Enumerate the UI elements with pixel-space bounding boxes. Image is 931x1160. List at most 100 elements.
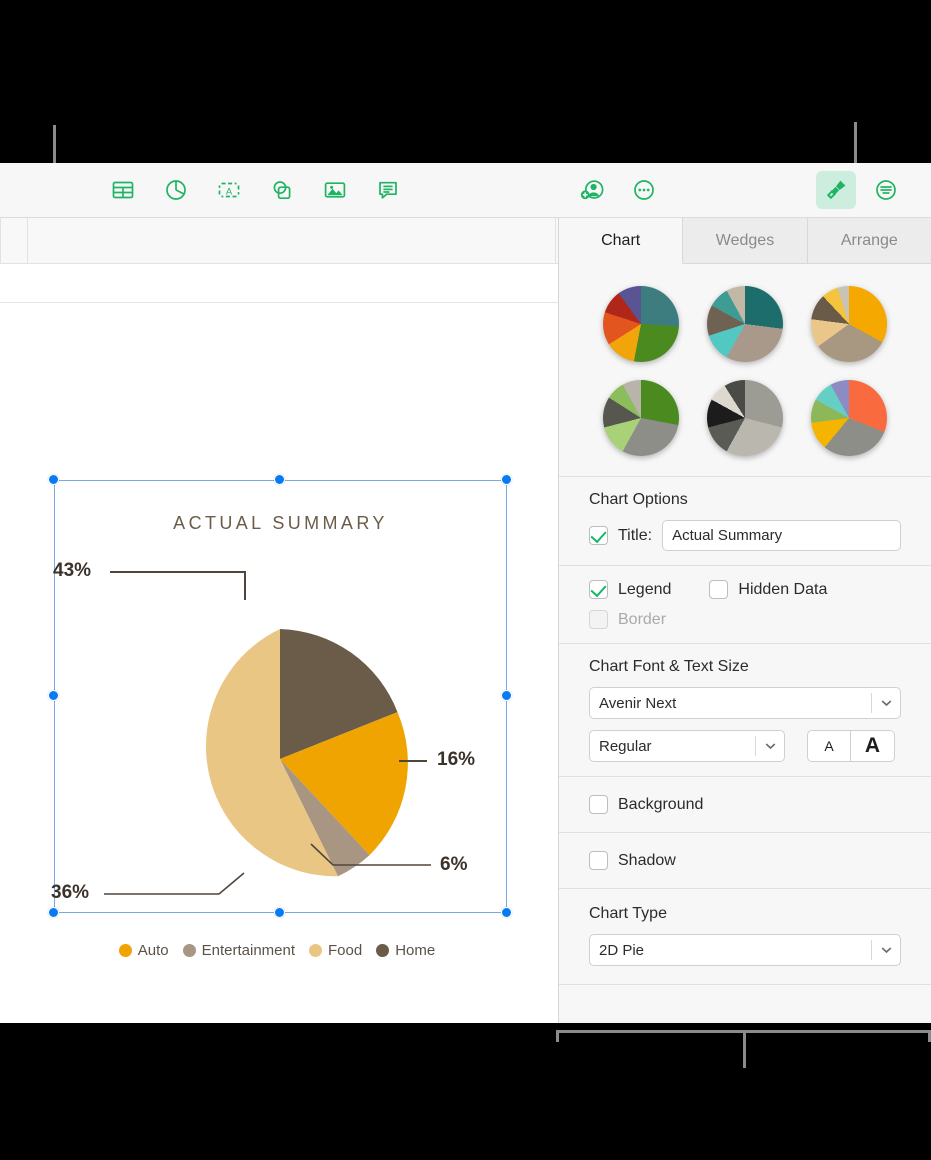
hidden-data-checkbox[interactable]: [709, 580, 729, 599]
decrease-font-size-button[interactable]: A: [807, 730, 851, 762]
legend-swatch-entertainment: [182, 944, 196, 957]
legend-swatch-food: [309, 944, 323, 957]
font-weight-select[interactable]: Regular: [589, 730, 785, 762]
chart-style-5[interactable]: [707, 380, 783, 456]
font-size-buttons: A A: [807, 730, 895, 762]
title-label: Title:: [618, 526, 653, 544]
background-checkbox[interactable]: [589, 795, 608, 814]
chart-style-3[interactable]: [811, 286, 887, 362]
shadow-label: Shadow: [618, 851, 676, 869]
legend-checkbox[interactable]: [589, 580, 608, 599]
chart-font-section: Chart Font & Text Size Avenir Next Regul…: [559, 644, 931, 777]
svg-text:A: A: [226, 186, 233, 197]
chart-object[interactable]: ACTUAL SUMMARY 43% 16% 6% 36% Auto Enter…: [48, 474, 512, 959]
chevron-down-icon: [756, 742, 784, 750]
insert-shape-button[interactable]: [262, 171, 302, 209]
legend-label: Legend: [618, 580, 672, 598]
legend-swatch-home: [376, 944, 390, 957]
document-icon: [876, 180, 896, 200]
chart-type-row: 2D Pie: [589, 934, 901, 966]
background-section: Background: [559, 777, 931, 833]
format-paintbrush-icon: [826, 180, 846, 200]
legend-label-food: Food: [328, 942, 363, 959]
tab-arrange[interactable]: Arrange: [807, 218, 931, 263]
sidebar-tabs: Chart Wedges Arrange: [559, 218, 931, 264]
chart-legend[interactable]: Auto Entertainment Food Home: [54, 942, 507, 959]
insert-chart-button[interactable]: [156, 171, 196, 209]
pie-leader-43-horizontal: [110, 571, 246, 573]
document-canvas[interactable]: ACTUAL SUMMARY 43% 16% 6% 36% Auto Enter…: [0, 218, 558, 1023]
chart-options-section: Chart Options Title: Actual Summary: [559, 477, 931, 566]
sheet-body-row: [0, 264, 558, 303]
chart-style-gallery: [559, 264, 931, 477]
legend-item-auto[interactable]: Auto: [118, 942, 169, 959]
shape-icon: [273, 181, 291, 200]
more-button[interactable]: [624, 171, 664, 209]
tab-chart[interactable]: Chart: [559, 218, 684, 264]
media-icon: [324, 182, 346, 198]
pie-leader-43-vertical: [244, 571, 246, 600]
insert-media-button[interactable]: [315, 171, 355, 209]
chart-type-section: Chart Type 2D Pie: [559, 889, 931, 985]
collaborate-button[interactable]: [572, 171, 612, 209]
chart-style-4[interactable]: [603, 380, 679, 456]
chart-style-grid: [589, 286, 901, 456]
legend-row: Legend Hidden Data: [589, 580, 901, 599]
insert-table-button[interactable]: [103, 171, 143, 209]
chevron-down-icon: [872, 946, 900, 954]
toolbar-share-group: [572, 171, 664, 209]
hidden-data-label: Hidden Data: [738, 580, 828, 598]
document-button[interactable]: [866, 171, 906, 209]
border-label: Border: [618, 610, 667, 628]
pie-leader-16: [399, 760, 427, 762]
table-icon: [112, 181, 134, 199]
app-window: A ACTUAL SUMMARY 43% 16% 6% 36% Auto Ent…: [0, 163, 931, 1023]
title-row: Title: Actual Summary: [589, 520, 901, 551]
pie-slices: [206, 629, 408, 877]
toolbar-panel-group: [816, 171, 906, 209]
legend-item-home[interactable]: Home: [376, 942, 435, 959]
font-weight-value: Regular: [599, 737, 652, 755]
toolbar-insert-group: A: [103, 171, 408, 209]
font-family-row: Avenir Next: [589, 687, 901, 719]
legend-item-food[interactable]: Food: [309, 942, 362, 959]
shadow-checkbox[interactable]: [589, 851, 608, 870]
sheet-column-divider-2: [555, 218, 556, 264]
shadow-section: Shadow: [559, 833, 931, 889]
legend-swatch-auto: [118, 944, 132, 957]
font-weight-row: Regular A A: [589, 730, 901, 762]
more-icon: [634, 180, 654, 200]
sheet-header-row: [0, 218, 558, 264]
chart-title-input[interactable]: Actual Summary: [662, 520, 901, 551]
font-family-value: Avenir Next: [599, 694, 677, 712]
chart-style-2[interactable]: [707, 286, 783, 362]
chart-icon: [166, 180, 186, 200]
comment-icon: [379, 181, 397, 199]
title-checkbox[interactable]: [589, 526, 608, 545]
chart-font-heading: Chart Font & Text Size: [589, 658, 749, 675]
chart-style-6[interactable]: [811, 380, 887, 456]
chart-style-1[interactable]: [603, 286, 679, 362]
background-label: Background: [618, 795, 704, 813]
chevron-down-icon: [872, 699, 900, 707]
chart-type-value: 2D Pie: [599, 941, 645, 959]
pie-label-43: 43%: [53, 560, 92, 581]
chart-type-select[interactable]: 2D Pie: [589, 934, 901, 966]
border-checkbox: [589, 610, 608, 629]
format-button[interactable]: [816, 171, 856, 209]
legend-label-home: Home: [395, 942, 436, 959]
callout-bracket-left-tick: [556, 1030, 559, 1042]
toolbar: A: [0, 163, 931, 218]
increase-font-size-button[interactable]: A: [851, 730, 895, 762]
legend-label-auto: Auto: [137, 942, 169, 959]
pie-leader-36: [104, 872, 245, 895]
pie-leader-6: [310, 843, 431, 866]
tab-wedges[interactable]: Wedges: [683, 218, 808, 263]
collaborate-icon: [580, 180, 604, 200]
insert-comment-button[interactable]: [368, 171, 408, 209]
legend-item-entertainment[interactable]: Entertainment: [182, 942, 295, 959]
text-box-icon: A: [218, 182, 240, 197]
legend-options-section: Legend Hidden Data Border: [559, 566, 931, 644]
font-family-select[interactable]: Avenir Next: [589, 687, 901, 719]
insert-text-button[interactable]: A: [209, 171, 249, 209]
